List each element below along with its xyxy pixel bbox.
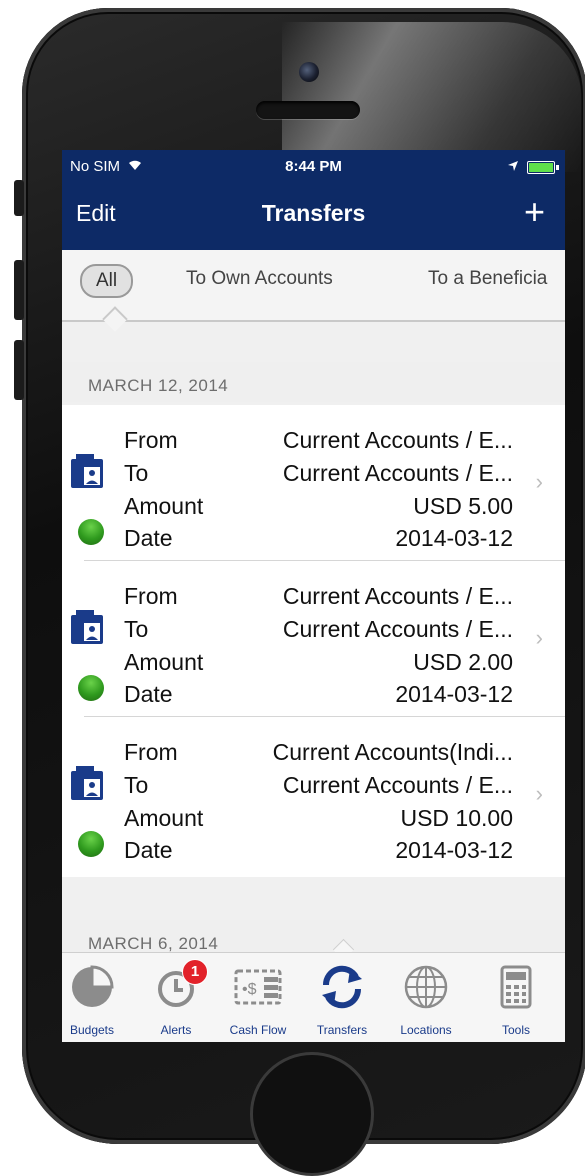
tab-cash-flow[interactable]: •$ Cash Flow [222,953,294,1042]
battery-icon [527,161,559,174]
svg-text:•$: •$ [242,981,257,998]
volume-up-button [14,260,24,320]
amount-value: USD 10.00 [400,805,513,831]
tab-label: Alerts [160,1023,192,1037]
transfer-row[interactable]: From To Amount Date Current Accounts(Ind… [62,717,565,877]
date-value: 2014-03-12 [395,525,513,551]
from-value: Current Accounts / E... [282,583,513,609]
status-indicator [78,675,104,701]
filter-tabs: All To Own Accounts To a Beneficia [62,250,565,322]
chevron-right-icon: › [535,625,543,650]
transfer-list: From To Amount Date Current Accounts / E… [62,405,565,877]
filter-tab-own-accounts[interactable]: To Own Accounts [186,268,333,290]
home-button[interactable] [250,1052,374,1176]
filter-tab-beneficiary[interactable]: To a Beneficia [428,268,547,290]
from-value: Current Accounts(Indi... [272,739,513,765]
filter-tab-all[interactable]: All [80,264,134,298]
transfer-row[interactable]: From To Amount Date Current Accounts / E… [62,405,565,561]
from-value: Current Accounts / E... [282,427,513,453]
date-label: Date [124,837,173,863]
date-label: Date [124,681,173,707]
location-arrow-icon [507,159,519,176]
transfer-arrows-icon [322,965,362,1009]
page-title: Transfers [261,200,366,226]
amount-label: Amount [124,493,204,519]
tab-label: Transfers [316,1023,368,1037]
section-date: MARCH 12, 2014 [88,376,229,395]
status-indicator [78,519,104,545]
cash-flow-icon: •$ [234,969,282,1005]
date-value: 2014-03-12 [395,681,513,707]
from-label: From [124,583,178,609]
globe-icon [404,965,448,1009]
to-value: Current Accounts / E... [282,616,513,642]
to-value: Current Accounts / E... [282,460,513,486]
mute-switch [14,180,24,216]
section-header: MARCH 12, 2014 [62,362,565,402]
from-label: From [124,739,178,765]
transfer-document-icon [71,766,103,800]
section-date: MARCH 6, 2014 [88,934,219,953]
earpiece-speaker [256,101,360,119]
status-bar: No SIM 8:44 PM [62,156,565,180]
add-transfer-button[interactable]: + [524,194,545,230]
volume-down-button [14,340,24,400]
tab-label: Budgets [69,1023,115,1037]
to-label: To [124,460,149,486]
app-screen: No SIM 8:44 PM Edit Transfers + All To O… [62,150,565,1042]
transfer-row[interactable]: From To Amount Date Current Accounts / E… [62,561,565,717]
tab-locations[interactable]: Locations [390,953,462,1042]
amount-label: Amount [124,805,204,831]
chevron-right-icon: › [535,781,543,806]
status-indicator [78,831,104,857]
amount-value: USD 5.00 [413,493,513,519]
alerts-badge: 1 [182,959,208,985]
tab-budgets[interactable]: Budgets [62,953,128,1042]
date-label: Date [124,525,173,551]
navigation-bar: No SIM 8:44 PM Edit Transfers + [62,150,565,250]
to-label: To [124,772,149,798]
amount-value: USD 2.00 [413,649,513,675]
status-right [507,159,559,176]
status-time: 8:44 PM [285,158,342,175]
to-value: Current Accounts / E... [282,772,513,798]
tab-tools[interactable]: Tools [480,953,552,1042]
pie-chart-icon [72,965,114,1007]
to-label: To [124,616,149,642]
date-value: 2014-03-12 [395,837,513,863]
tab-alerts[interactable]: 1 Alerts [140,953,212,1042]
calculator-icon [500,965,532,1009]
tab-label: Tools [501,1023,530,1037]
chevron-right-icon: › [535,469,543,494]
tab-label: Cash Flow [229,1023,287,1037]
from-label: From [124,427,178,453]
tab-transfers[interactable]: Transfers [306,953,378,1042]
tab-bar: Budgets 1 Alerts •$ Cash Flow Transfers … [62,952,565,1042]
transfer-document-icon [71,454,103,488]
amount-label: Amount [124,649,204,675]
transfer-document-icon [71,610,103,644]
front-camera [299,62,319,82]
tab-label: Locations [400,1023,452,1037]
